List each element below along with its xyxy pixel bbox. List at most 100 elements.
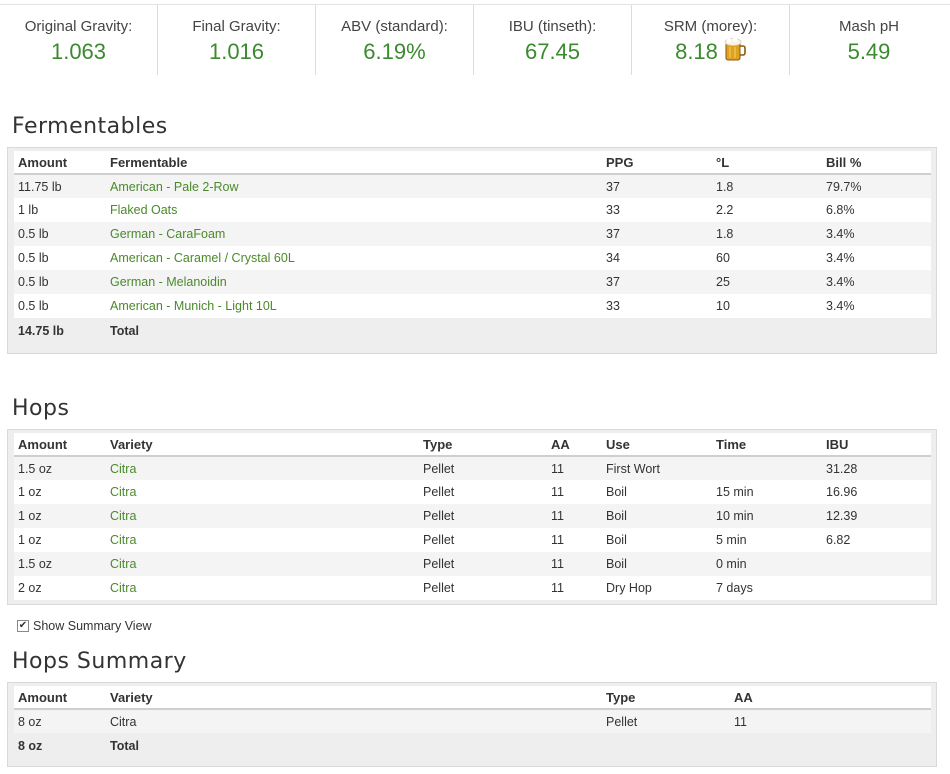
fermentables-panel: Amount Fermentable PPG °L Bill % 11.75 l…: [7, 147, 937, 354]
column-header: PPG: [602, 151, 712, 175]
cell-variety: Citra: [106, 709, 602, 733]
stat-value: 1.016: [208, 39, 265, 64]
table-row: 1 oz Citra Pellet 11 Boil 10 min 12.39: [14, 504, 931, 528]
table-row: 0.5 lb American - Munich - Light 10L 33 …: [14, 294, 931, 318]
cell-lovibond: 1.8: [712, 174, 822, 198]
stat-final-gravity: Final Gravity: 1.016: [158, 5, 316, 75]
cell-ppg: 37: [602, 174, 712, 198]
hop-variety-link[interactable]: Citra: [106, 504, 419, 528]
cell-ibu: [822, 552, 931, 576]
table-row: 1 oz Citra Pellet 11 Boil 15 min 16.96: [14, 480, 931, 504]
fermentable-link[interactable]: German - Melanoidin: [106, 270, 602, 294]
cell-time: 7 days: [712, 576, 822, 600]
stat-value: 5.49: [847, 39, 891, 64]
hops-summary-table: Amount Variety Type AA 8 oz Citra Pellet…: [14, 686, 931, 758]
cell-type: Pellet: [419, 504, 547, 528]
column-header: AA: [547, 433, 602, 457]
hop-variety-link[interactable]: Citra: [106, 480, 419, 504]
hops-panel: Amount Variety Type AA Use Time IBU 1.5 …: [7, 429, 937, 605]
fermentable-link[interactable]: American - Caramel / Crystal 60L: [106, 246, 602, 270]
cell-aa: 11: [547, 528, 602, 552]
cell-bill: 3.4%: [822, 294, 931, 318]
stat-srm: SRM (morey): 8.18: [632, 5, 790, 75]
fermentables-heading: Fermentables: [12, 114, 168, 139]
column-header: Fermentable: [106, 151, 602, 175]
cell-amount: 1.5 oz: [14, 456, 106, 480]
hops-table: Amount Variety Type AA Use Time IBU 1.5 …: [14, 433, 931, 600]
show-summary-label: Show Summary View: [33, 619, 152, 633]
cell-type: Pellet: [419, 576, 547, 600]
cell-aa: 11: [547, 504, 602, 528]
show-summary-toggle[interactable]: ✔ Show Summary View: [17, 619, 152, 633]
cell-amount: 8 oz: [14, 709, 106, 733]
fermentable-link[interactable]: Flaked Oats: [106, 198, 602, 222]
table-header-row: Amount Variety Type AA Use Time IBU: [14, 433, 931, 457]
table-row: 1 lb Flaked Oats 33 2.2 6.8%: [14, 198, 931, 222]
fermentable-link[interactable]: American - Munich - Light 10L: [106, 294, 602, 318]
cell-amount: 1 oz: [14, 480, 106, 504]
cell-lovibond: 25: [712, 270, 822, 294]
cell-use: Boil: [602, 504, 712, 528]
cell-amount: 1 oz: [14, 504, 106, 528]
cell-amount: 0.5 lb: [14, 294, 106, 318]
cell-aa: 11: [730, 709, 931, 733]
cell-aa: 11: [547, 480, 602, 504]
stat-label: Original Gravity:: [24, 18, 133, 35]
stat-value: 67.45: [524, 39, 581, 64]
column-header: Variety: [106, 433, 419, 457]
column-header: Bill %: [822, 151, 931, 175]
cell-ppg: 34: [602, 246, 712, 270]
column-header: Amount: [14, 686, 106, 710]
cell-use: Boil: [602, 480, 712, 504]
cell-lovibond: 1.8: [712, 222, 822, 246]
stat-label: SRM (morey):: [663, 18, 758, 35]
table-row: 11.75 lb American - Pale 2-Row 37 1.8 79…: [14, 174, 931, 198]
cell-type: Pellet: [419, 480, 547, 504]
cell-amount: 0.5 lb: [14, 246, 106, 270]
stats-bar: Original Gravity: 1.063 Final Gravity: 1…: [0, 4, 950, 75]
cell-use: Boil: [602, 552, 712, 576]
column-header: IBU: [822, 433, 931, 457]
hop-variety-link[interactable]: Citra: [106, 552, 419, 576]
stat-value: 8.18: [675, 39, 718, 64]
cell-ppg: 33: [602, 294, 712, 318]
cell-bill: 3.4%: [822, 222, 931, 246]
cell-aa: 11: [547, 552, 602, 576]
total-label: Total: [106, 318, 602, 343]
stat-abv: ABV (standard): 6.19%: [316, 5, 474, 75]
column-header: Amount: [14, 433, 106, 457]
cell-ibu: [822, 576, 931, 600]
cell-time: 15 min: [712, 480, 822, 504]
fermentable-link[interactable]: American - Pale 2-Row: [106, 174, 602, 198]
cell-use: First Wort: [602, 456, 712, 480]
checkbox-checked-icon[interactable]: ✔: [17, 620, 29, 632]
table-row: 0.5 lb German - Melanoidin 37 25 3.4%: [14, 270, 931, 294]
fermentable-link[interactable]: German - CaraFoam: [106, 222, 602, 246]
cell-use: Boil: [602, 528, 712, 552]
column-header: Type: [419, 433, 547, 457]
cell-ibu: 31.28: [822, 456, 931, 480]
column-header: Use: [602, 433, 712, 457]
hop-variety-link[interactable]: Citra: [106, 456, 419, 480]
table-header-row: Amount Variety Type AA: [14, 686, 931, 710]
table-row: 1.5 oz Citra Pellet 11 First Wort 31.28: [14, 456, 931, 480]
hops-summary-panel: Amount Variety Type AA 8 oz Citra Pellet…: [7, 682, 937, 767]
total-label: Total: [106, 733, 602, 758]
stat-value: 1.063: [50, 39, 107, 64]
cell-time: 0 min: [712, 552, 822, 576]
cell-amount: 11.75 lb: [14, 174, 106, 198]
hop-variety-link[interactable]: Citra: [106, 528, 419, 552]
cell-type: Pellet: [419, 456, 547, 480]
column-header: Time: [712, 433, 822, 457]
cell-time: 10 min: [712, 504, 822, 528]
cell-type: Pellet: [419, 552, 547, 576]
hop-variety-link[interactable]: Citra: [106, 576, 419, 600]
stat-label: ABV (standard):: [341, 18, 448, 35]
cell-aa: 11: [547, 456, 602, 480]
fermentables-table: Amount Fermentable PPG °L Bill % 11.75 l…: [14, 151, 931, 343]
cell-bill: 79.7%: [822, 174, 931, 198]
cell-bill: 3.4%: [822, 270, 931, 294]
cell-time: 5 min: [712, 528, 822, 552]
cell-bill: 3.4%: [822, 246, 931, 270]
stat-mash-ph: Mash pH 5.49: [790, 5, 948, 75]
